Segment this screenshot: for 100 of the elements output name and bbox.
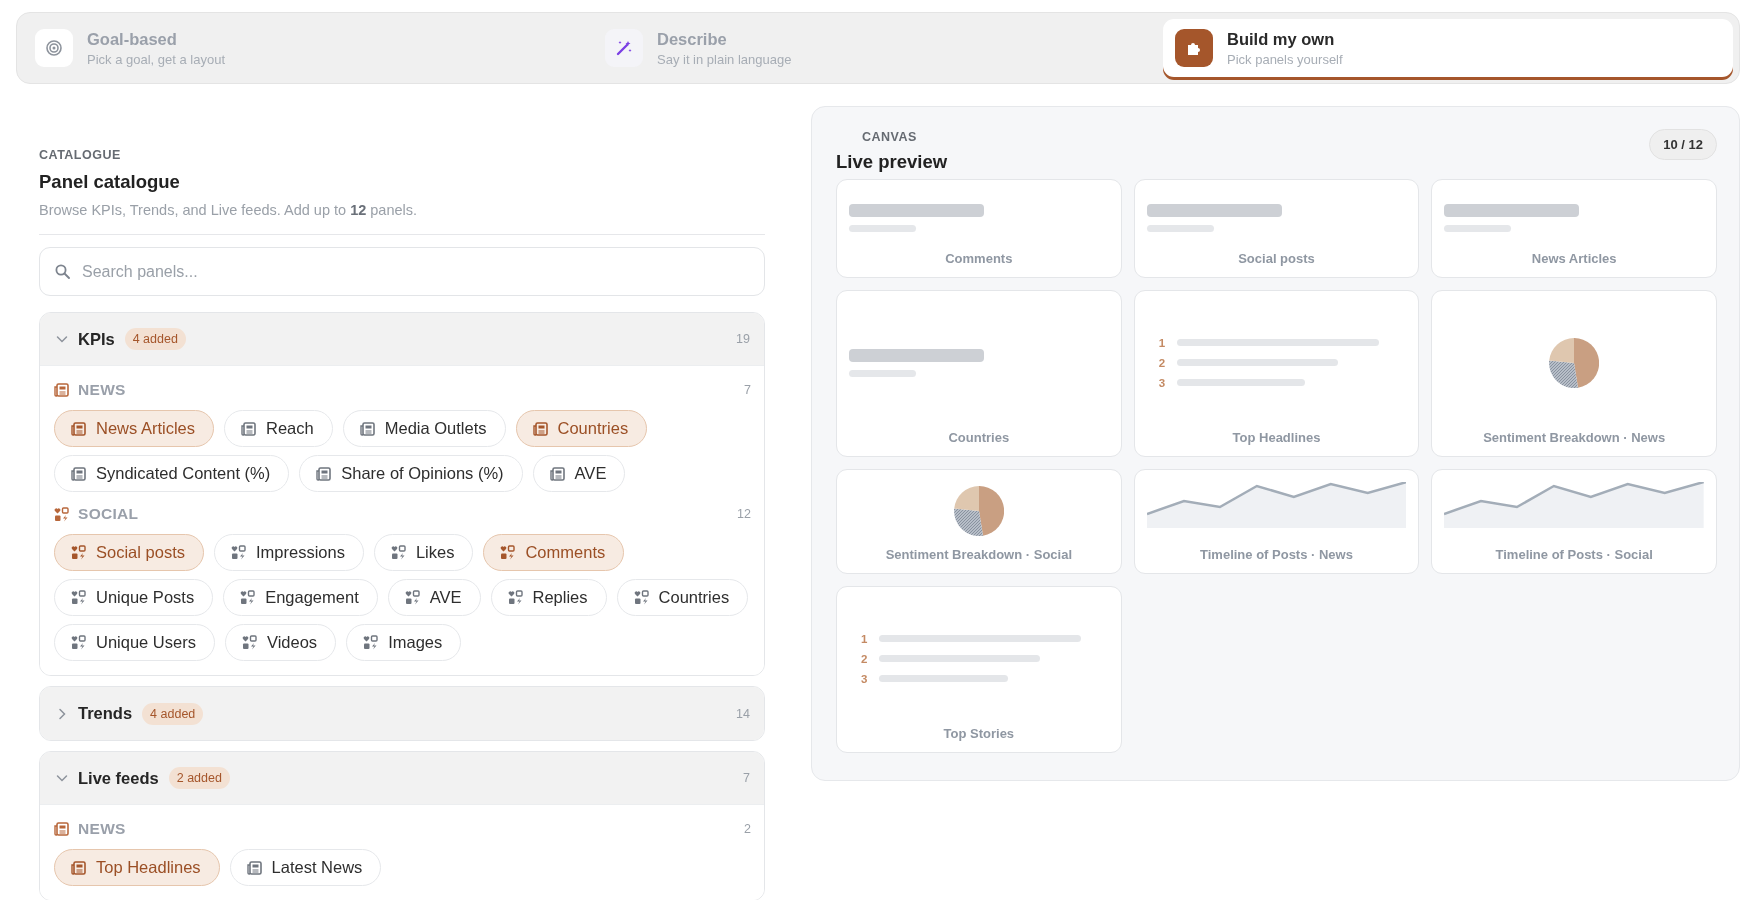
panel-chip[interactable]: Social posts bbox=[54, 534, 204, 571]
mode-title: Goal-based bbox=[87, 29, 178, 49]
group-count: 19 bbox=[736, 332, 750, 346]
social-grid-icon bbox=[71, 635, 86, 650]
panel-chip[interactable]: Videos bbox=[224, 624, 337, 661]
mode-title: Describe bbox=[657, 29, 728, 49]
panel-label: Sentiment Breakdown · Social bbox=[884, 547, 1073, 562]
panel-title: Live preview bbox=[836, 151, 948, 173]
panel-chip[interactable]: Comments bbox=[483, 534, 625, 571]
mode-subtitle: Pick panels yourself bbox=[1227, 51, 1343, 67]
added-badge: 2 added bbox=[168, 767, 230, 789]
section-label: NEWS bbox=[78, 820, 126, 838]
group-header[interactable]: Trends 4 added 14 bbox=[40, 687, 764, 740]
rank-number: 1 bbox=[861, 632, 869, 645]
social-grid-icon bbox=[500, 545, 516, 560]
group-name: KPIs bbox=[78, 329, 115, 349]
newspaper-icon bbox=[359, 421, 375, 436]
section-count: 12 bbox=[737, 507, 751, 521]
mode-tab[interactable]: Build my own Pick panels yourself bbox=[1163, 19, 1733, 77]
social-grid-icon bbox=[404, 590, 420, 605]
group-header[interactable]: KPIs 4 added 19 bbox=[40, 313, 764, 366]
panel-label: Top Stories bbox=[942, 726, 1016, 741]
newspaper-icon bbox=[71, 466, 86, 481]
target-icon bbox=[46, 40, 62, 56]
chevron-icon bbox=[56, 707, 68, 720]
mode-subtitle: Say it in plain language bbox=[657, 51, 792, 67]
rank-number: 2 bbox=[1158, 356, 1167, 369]
newspaper-icon bbox=[549, 466, 565, 481]
panel-label: Sentiment Breakdown · News bbox=[1482, 430, 1667, 445]
group-count: 14 bbox=[736, 706, 750, 721]
panel-chip[interactable]: Media Outlets bbox=[342, 410, 506, 447]
newspaper-icon bbox=[71, 421, 86, 436]
magic-wand-icon bbox=[615, 39, 633, 57]
panel-label: Countries bbox=[947, 430, 1011, 445]
panel-chip[interactable]: News Articles bbox=[54, 410, 215, 447]
panel-chip[interactable]: Countries bbox=[515, 410, 648, 447]
added-badge: 4 added bbox=[124, 328, 186, 350]
panel-chip[interactable]: Reach bbox=[224, 410, 333, 447]
section-count: 2 bbox=[744, 822, 751, 836]
newspaper-icon bbox=[54, 822, 69, 836]
social-grid-icon bbox=[240, 590, 256, 605]
social-grid-icon bbox=[633, 590, 649, 605]
social-grid-icon bbox=[71, 590, 86, 605]
panel-label: Top Headlines bbox=[1231, 430, 1322, 445]
added-badge: 4 added bbox=[142, 702, 204, 725]
newspaper-icon bbox=[54, 383, 69, 397]
social-grid-icon bbox=[71, 545, 86, 560]
social-grid-icon bbox=[54, 506, 69, 522]
pie-chart-drawing bbox=[1549, 337, 1600, 388]
social-grid-icon bbox=[363, 635, 379, 650]
panel-chip[interactable]: Share of Opinions (%) bbox=[299, 455, 523, 492]
panel-chip[interactable]: Latest News bbox=[229, 849, 382, 886]
newspaper-icon bbox=[246, 860, 262, 875]
social-grid-icon bbox=[230, 545, 246, 560]
panel-chip[interactable]: AVE bbox=[387, 579, 481, 616]
social-grid-icon bbox=[241, 635, 257, 650]
panel-chip[interactable]: Countries bbox=[616, 579, 749, 616]
newspaper-icon bbox=[241, 421, 257, 436]
panel-label: Timeline of Posts · News bbox=[1199, 547, 1354, 562]
panel-chip[interactable]: Unique Posts bbox=[54, 579, 214, 616]
panel-chip[interactable]: Images bbox=[346, 624, 462, 661]
mode-title: Build my own bbox=[1227, 29, 1336, 49]
rank-number: 3 bbox=[1158, 376, 1167, 389]
section-eyebrow: CATALOGUE bbox=[39, 148, 122, 162]
panel-title: Panel catalogue bbox=[39, 171, 181, 193]
panel-label: News Articles bbox=[1530, 251, 1618, 266]
search-field[interactable]: Search panels... bbox=[39, 247, 765, 296]
panel-chip[interactable]: Replies bbox=[490, 579, 607, 616]
rank-number: 1 bbox=[1158, 336, 1167, 349]
social-grid-icon bbox=[507, 590, 523, 605]
panel-chip[interactable]: Engagement bbox=[223, 579, 378, 616]
chevron-icon bbox=[56, 333, 68, 345]
social-grid-icon bbox=[390, 545, 406, 560]
chevron-icon bbox=[56, 772, 68, 784]
section-count: 7 bbox=[744, 383, 751, 397]
group-count: 7 bbox=[743, 771, 750, 785]
group-header[interactable]: Live feeds 2 added 7 bbox=[40, 752, 764, 805]
newspaper-icon bbox=[316, 466, 332, 481]
group-name: Trends bbox=[78, 704, 133, 723]
panel-chip[interactable]: AVE bbox=[532, 455, 626, 492]
mode-subtitle: Pick a goal, get a layout bbox=[87, 51, 226, 67]
newspaper-icon bbox=[532, 421, 548, 436]
newspaper-icon bbox=[71, 860, 86, 875]
panel-description: Browse KPIs, Trends, and Live feeds. Add up to 12 panels. bbox=[39, 202, 419, 218]
panel-label: Timeline of Posts · Social bbox=[1494, 547, 1654, 562]
rank-number: 3 bbox=[861, 672, 869, 685]
panel-counter: 10 / 12 bbox=[1649, 129, 1717, 160]
section-label: SOCIAL bbox=[78, 505, 139, 523]
rank-number: 2 bbox=[861, 652, 869, 665]
panel-label: Social posts bbox=[1237, 251, 1316, 266]
group-name: Live feeds bbox=[78, 768, 159, 788]
pie-chart-drawing bbox=[953, 485, 1004, 536]
section-label: NEWS bbox=[78, 381, 126, 399]
panel-chip[interactable]: Unique Users bbox=[54, 624, 215, 661]
panel-chip[interactable]: Likes bbox=[373, 534, 474, 571]
panel-chip[interactable]: Syndicated Content (%) bbox=[54, 455, 290, 492]
panel-label: Comments bbox=[944, 251, 1014, 266]
section-eyebrow: CANVAS bbox=[861, 130, 918, 144]
panel-chip[interactable]: Impressions bbox=[213, 534, 364, 571]
panel-chip[interactable]: Top Headlines bbox=[54, 849, 220, 886]
